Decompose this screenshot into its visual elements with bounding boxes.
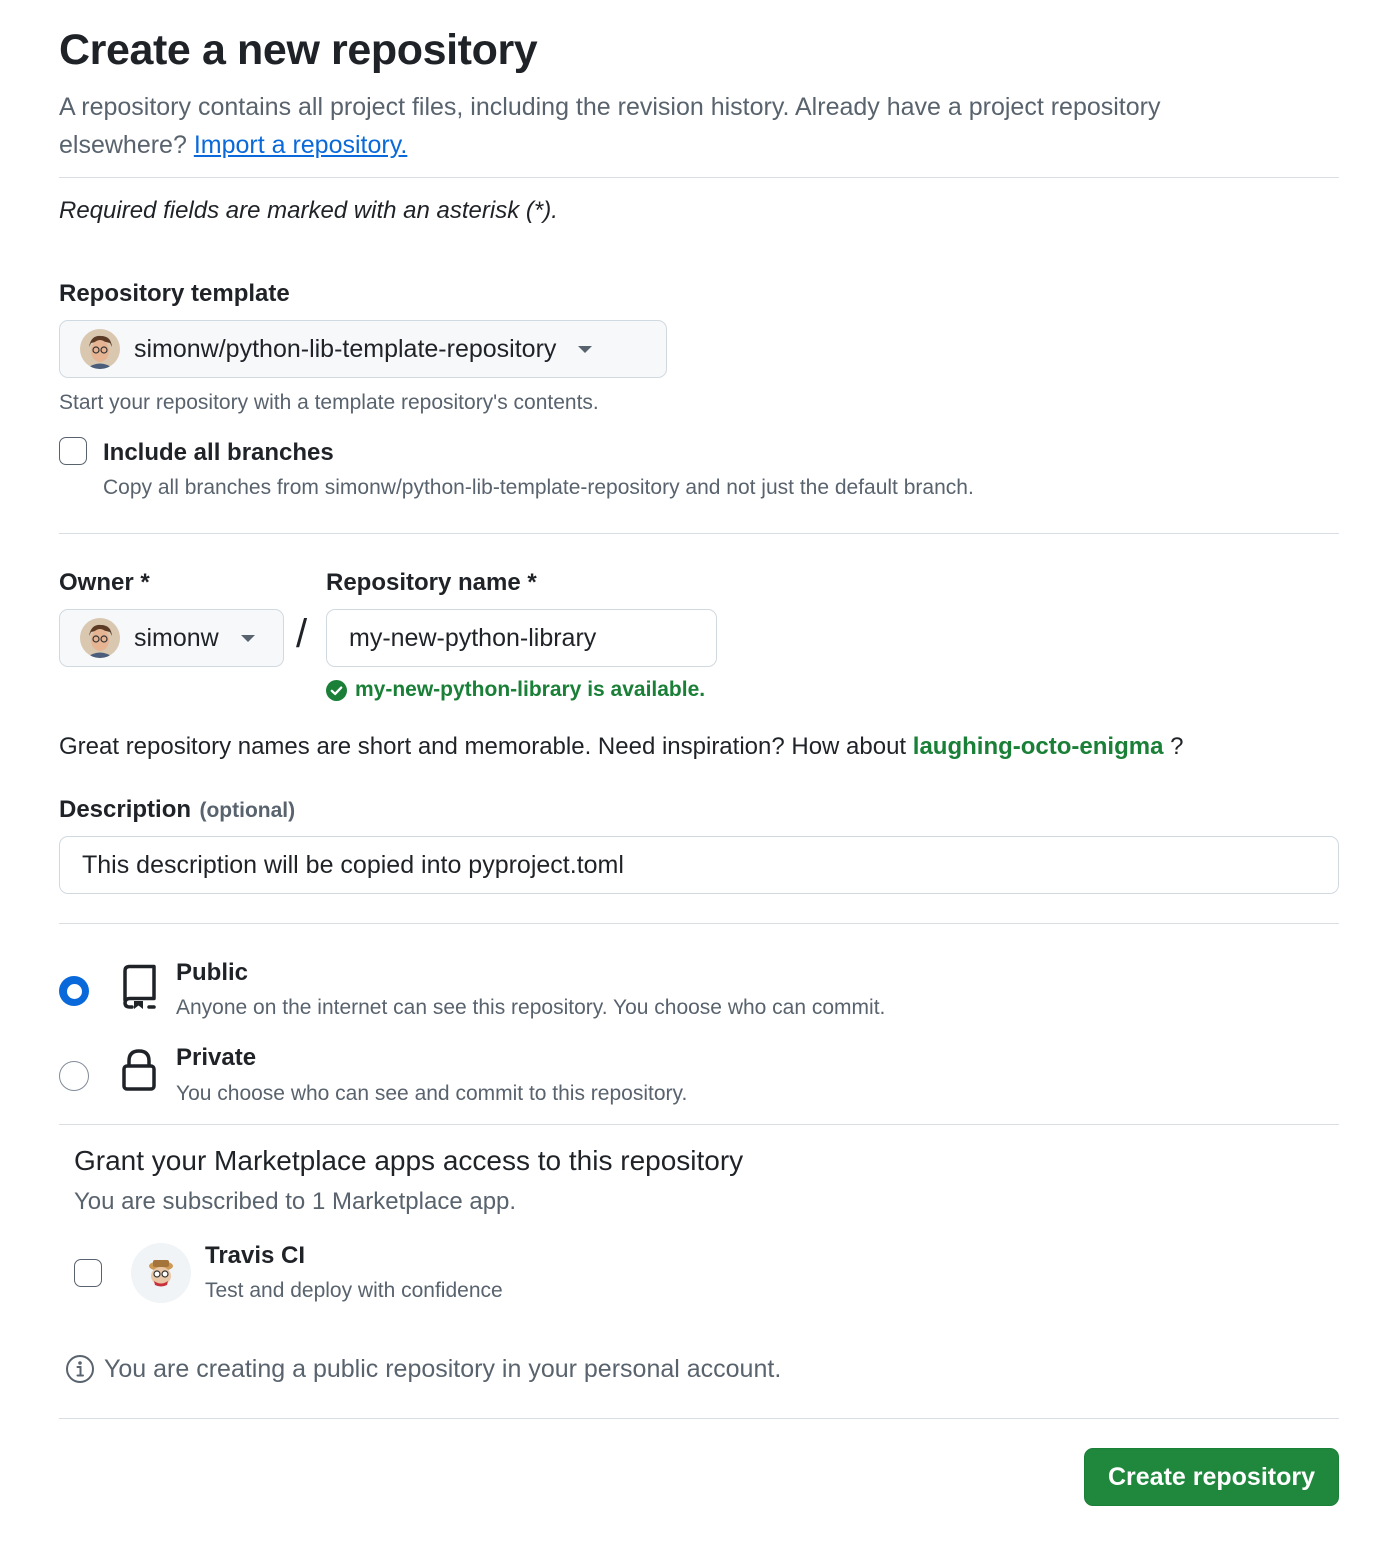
availability-message: my-new-python-library is available. — [326, 678, 705, 702]
public-radio[interactable] — [59, 976, 89, 1006]
marketplace-heading: Grant your Marketplace apps access to th… — [74, 1145, 744, 1176]
travis-ci-mascot-icon — [149, 1260, 173, 1287]
description-label-row: Description (optional) — [59, 796, 295, 824]
avatar — [80, 329, 120, 369]
template-select[interactable]: simonw/python-lib-template-repository — [59, 320, 667, 378]
page-intro: A repository contains all project files,… — [59, 88, 1289, 164]
include-branches-label: Include all branches — [103, 439, 334, 466]
owner-select-value: simonw — [134, 623, 219, 652]
avatar — [80, 618, 120, 658]
divider — [59, 1124, 1339, 1125]
divider — [59, 177, 1339, 178]
import-repository-link[interactable]: Import a repository. — [194, 131, 408, 159]
template-help: Start your repository with a template re… — [59, 391, 599, 414]
template-label: Repository template — [59, 280, 290, 307]
page-title: Create a new repository — [59, 26, 538, 74]
info-icon — [66, 1355, 94, 1383]
description-label: Description — [59, 796, 192, 823]
owner-label: Owner * — [59, 569, 150, 596]
availability-text: my-new-python-library is available. — [355, 678, 706, 701]
private-help: You choose who can see and commit to thi… — [176, 1082, 688, 1105]
description-value: This description will be copied into pyp… — [82, 850, 624, 879]
divider — [59, 1418, 1339, 1419]
divider — [59, 923, 1339, 924]
account-notice-text: You are creating a public repository in … — [104, 1354, 782, 1383]
chevron-down-icon — [578, 345, 593, 353]
private-radio[interactable] — [59, 1061, 89, 1091]
lock-icon — [122, 1049, 156, 1091]
repo-name-label: Repository name * — [326, 569, 537, 596]
description-input[interactable]: This description will be copied into pyp… — [59, 836, 1339, 894]
check-circle-icon — [326, 679, 347, 701]
create-repository-button[interactable]: Create repository — [1084, 1448, 1339, 1506]
template-select-value: simonw/python-lib-template-repository — [134, 334, 557, 363]
divider — [59, 533, 1339, 534]
repo-name-value: my-new-python-library — [349, 623, 597, 652]
required-fields-note: Required fields are marked with an aster… — [59, 197, 558, 224]
travis-ci-name: Travis CI — [205, 1242, 306, 1269]
name-suggestion: Great repository names are short and mem… — [59, 733, 1183, 761]
owner-name-separator: / — [296, 612, 308, 656]
suggested-name-link[interactable]: laughing-octo-enigma — [913, 733, 1164, 760]
suggestion-end: ? — [1170, 733, 1184, 760]
repo-icon — [123, 964, 156, 1009]
include-branches-help: Copy all branches from simonw/python-lib… — [103, 476, 974, 499]
travis-ci-checkbox[interactable] — [74, 1259, 102, 1287]
owner-select[interactable]: simonw — [59, 609, 284, 667]
repo-name-input[interactable]: my-new-python-library — [326, 609, 717, 667]
public-help: Anyone on the internet can see this repo… — [176, 996, 886, 1019]
travis-ci-logo — [131, 1243, 191, 1303]
suggestion-text: Great repository names are short and mem… — [59, 733, 907, 760]
account-notice: You are creating a public repository in … — [65, 1354, 781, 1384]
optional-tag: (optional) — [199, 799, 296, 822]
marketplace-subheading: You are subscribed to 1 Marketplace app. — [74, 1188, 517, 1215]
public-label: Public — [176, 959, 249, 986]
include-branches-checkbox[interactable] — [59, 437, 87, 465]
chevron-down-icon — [240, 634, 255, 642]
private-label: Private — [176, 1044, 257, 1071]
travis-ci-desc: Test and deploy with confidence — [205, 1279, 503, 1302]
